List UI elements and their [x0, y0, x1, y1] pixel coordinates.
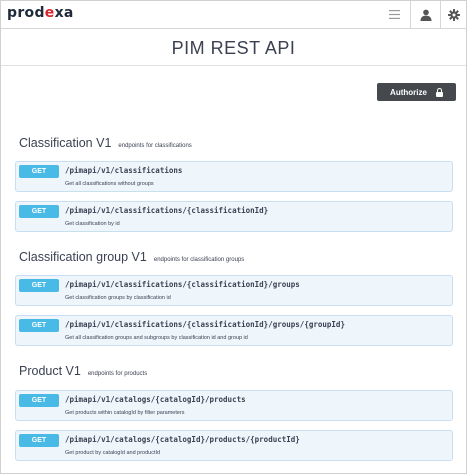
section-description: endpoints for classification groups [153, 257, 245, 263]
page-title: PIM REST API [171, 38, 296, 58]
operation-summary: Get products within catalogId by filter … [65, 410, 185, 416]
logo-text-accent: e [44, 5, 55, 21]
operation-path: /pimapi/v1/classifications/{classificati… [65, 206, 269, 215]
operation-summary: Get product by catalogId and productId [65, 450, 161, 456]
operation-summary: Get all classifications without groups [65, 181, 154, 187]
operation-path: /pimapi/v1/classifications/{classificati… [65, 320, 345, 329]
operation-get-product-by-id[interactable]: GET /pimapi/v1/catalogs/{catalogId}/prod… [15, 430, 453, 461]
section-title: Product V1 [19, 364, 81, 378]
menu-button[interactable] [379, 1, 409, 28]
method-badge-get: GET [19, 319, 59, 332]
top-navbar: prodexa [1, 1, 466, 29]
menu-icon [388, 10, 400, 19]
logo-text-suffix: xa [54, 5, 74, 21]
operation-get-classifications[interactable]: GET /pimapi/v1/classifications Get all c… [15, 161, 453, 192]
operation-get-classification-groups[interactable]: GET /pimapi/v1/classifications/{classifi… [15, 275, 453, 306]
authorize-button[interactable]: Authorize [377, 83, 456, 101]
method-badge-get: GET [19, 279, 59, 292]
user-button[interactable] [410, 1, 440, 28]
section-title: Classification group V1 [19, 250, 147, 264]
operation-get-products[interactable]: GET /pimapi/v1/catalogs/{catalogId}/prod… [15, 390, 453, 421]
operation-get-classification-by-id[interactable]: GET /pimapi/v1/classifications/{classifi… [15, 201, 453, 232]
operation-get-classification-group-by-id[interactable]: GET /pimapi/v1/classifications/{classifi… [15, 315, 453, 346]
method-badge-get: GET [19, 205, 59, 218]
settings-button[interactable] [440, 1, 466, 28]
gear-icon [448, 8, 460, 21]
method-badge-get: GET [19, 434, 59, 447]
operation-path: /pimapi/v1/catalogs/{catalogId}/products… [65, 435, 300, 444]
operation-path: /pimapi/v1/classifications/{classificati… [65, 280, 300, 289]
section-header-classification[interactable]: Classification V1 endpoints for classifi… [19, 136, 192, 150]
section-title: Classification V1 [19, 136, 112, 150]
method-badge-get: GET [19, 165, 59, 178]
section-description: endpoints for classifications [118, 143, 192, 149]
app-window: prodexa PIM REST API Authorize Classific… [0, 0, 467, 474]
method-badge-get: GET [19, 394, 59, 407]
section-header-classification-group[interactable]: Classification group V1 endpoints for cl… [19, 250, 244, 264]
operation-path: /pimapi/v1/catalogs/{catalogId}/products [65, 395, 246, 404]
authorize-label: Authorize [390, 87, 427, 97]
section-header-product[interactable]: Product V1 endpoints for products [19, 364, 147, 378]
operation-summary: Get all classification groups and subgro… [65, 335, 248, 341]
prodexa-logo[interactable]: prodexa [7, 5, 74, 21]
title-bar: PIM REST API [1, 29, 466, 66]
section-description: endpoints for products [87, 371, 148, 377]
operation-summary: Get classification by id [65, 221, 120, 227]
operation-summary: Get classification groups by classificat… [65, 295, 171, 301]
user-icon [420, 9, 431, 21]
logo-text-prefix: prod [7, 5, 45, 21]
operation-path: /pimapi/v1/classifications [65, 166, 183, 175]
lock-icon [435, 87, 443, 97]
